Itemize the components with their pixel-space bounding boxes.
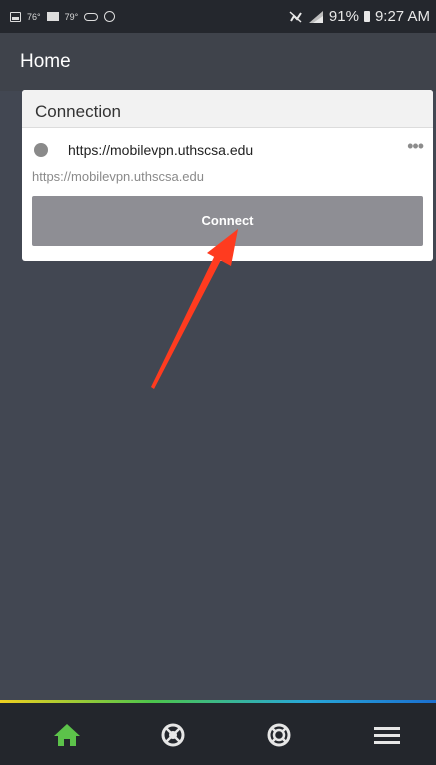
tab-home[interactable]	[50, 720, 84, 750]
tab-bar-accent-line	[0, 700, 436, 703]
menu-icon	[374, 727, 400, 744]
bottom-tab-bar	[0, 700, 436, 765]
tab-support[interactable]	[262, 720, 296, 750]
tab-network[interactable]	[156, 720, 190, 750]
annotation-arrow-icon	[151, 229, 238, 389]
network-icon	[161, 723, 185, 747]
support-icon	[267, 723, 291, 747]
home-icon	[54, 724, 80, 746]
tab-menu[interactable]	[370, 720, 404, 750]
